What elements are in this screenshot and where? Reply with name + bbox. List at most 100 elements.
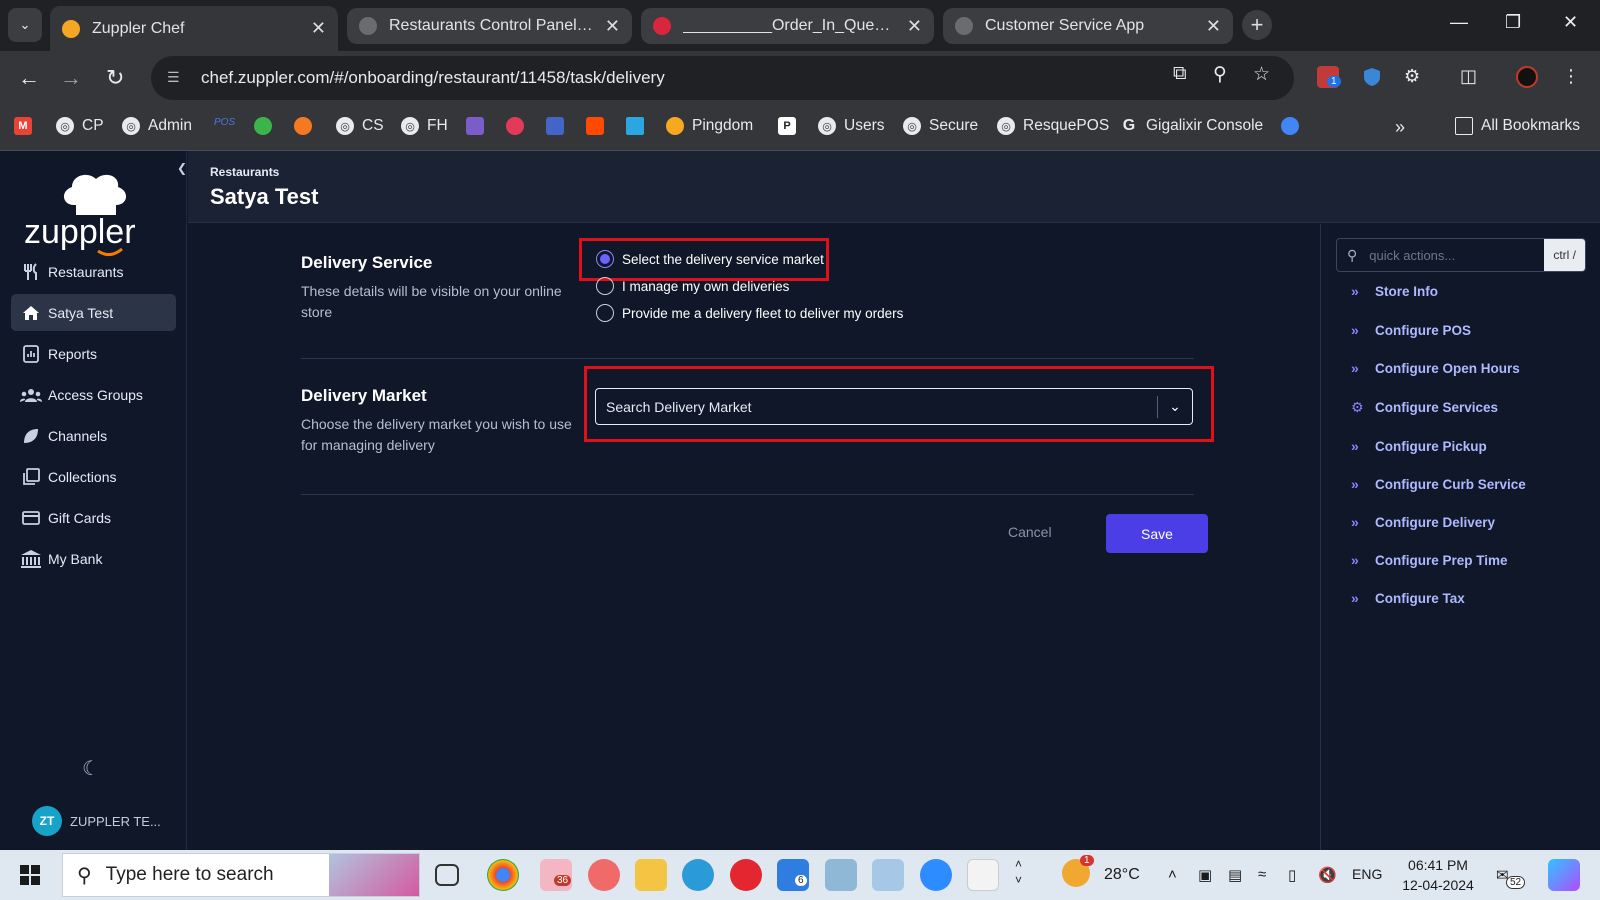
close-icon[interactable]: ✕ (1206, 16, 1221, 37)
bookmark-assistant[interactable] (1281, 117, 1307, 135)
cancel-button[interactable]: Cancel (1008, 524, 1052, 540)
profile-avatar[interactable] (1516, 66, 1538, 88)
breadcrumb[interactable]: Restaurants (210, 165, 279, 179)
bookmark-secure[interactable]: ◎ Secure (903, 117, 978, 135)
bookmark-cp[interactable]: ◎ CP (56, 117, 104, 135)
all-bookmarks-button[interactable]: All Bookmarks (1455, 117, 1580, 135)
address-bar[interactable]: ☰ chef.zuppler.com/#/onboarding/restaura… (151, 56, 1294, 100)
bookmark-heroku[interactable] (466, 117, 492, 135)
tab-restaurants-control-panel[interactable]: Restaurants Control Panel βeta ✕ (347, 8, 632, 44)
back-arrow-icon[interactable]: ← (18, 65, 40, 91)
todo-icon[interactable]: 6 (777, 859, 809, 891)
asana-icon[interactable] (588, 859, 620, 891)
radio-button[interactable] (596, 277, 614, 295)
sidebar-item-gift-cards[interactable]: Gift Cards (11, 499, 176, 536)
copilot-icon[interactable] (1548, 859, 1580, 891)
tab-search-button[interactable]: ⌄ (8, 8, 42, 42)
quick-link-configure-pos[interactable]: » Configure POS (1351, 322, 1471, 338)
file-explorer-icon[interactable] (635, 859, 667, 891)
zoom-icon[interactable]: ⚲ (1213, 63, 1227, 86)
bookmark-app2[interactable] (294, 117, 320, 135)
system-clock[interactable]: 06:41 PM 12-04-2024 (1398, 855, 1478, 895)
taskbar-search[interactable]: ⚲ Type here to search (62, 853, 420, 897)
sidebar-item-channels[interactable]: Channels (11, 417, 176, 454)
quick-link-store-info[interactable]: » Store Info (1351, 283, 1438, 299)
close-icon[interactable]: ✕ (605, 16, 620, 37)
close-icon[interactable]: ✕ (907, 16, 922, 37)
quick-link-configure-open-hours[interactable]: » Configure Open Hours (1351, 360, 1520, 376)
meet-icon[interactable]: ▣ (1198, 866, 1212, 884)
forward-arrow-icon[interactable]: → (60, 65, 82, 91)
quick-link-configure-tax[interactable]: » Configure Tax (1351, 590, 1465, 606)
radio-delivery-fleet[interactable]: Provide me a delivery fleet to deliver m… (596, 304, 903, 322)
quick-link-configure-prep-time[interactable]: » Configure Prep Time (1351, 552, 1508, 568)
bookmark-gigalixir[interactable]: G Gigalixir Console (1120, 117, 1263, 135)
dark-mode-toggle-icon[interactable]: ☾ (82, 756, 100, 781)
app-tray-icon[interactable]: ▤ (1228, 866, 1242, 884)
radio-delivery-service-market[interactable]: Select the delivery service market (596, 250, 824, 268)
chrome-icon[interactable] (487, 859, 519, 891)
sidebar-item-collections[interactable]: Collections (11, 458, 176, 495)
bookmark-star-icon[interactable]: ☆ (1253, 63, 1270, 86)
sidebar-item-reports[interactable]: Reports (11, 335, 176, 372)
notes-app-icon[interactable] (825, 859, 857, 891)
tab-order-in-queue[interactable]: __________Order_In_Queue!!__________ ✕ (641, 8, 934, 44)
notifications-icon[interactable]: ✉ 52 (1496, 866, 1526, 889)
paint-icon[interactable] (872, 859, 904, 891)
puzzle-icon[interactable]: ⚙ (1404, 66, 1426, 88)
quick-link-configure-delivery[interactable]: » Configure Delivery (1351, 514, 1495, 530)
bookmark-resquepos[interactable]: ◎ ResquePOS (997, 117, 1109, 135)
quick-actions-input[interactable]: quick actions... (1369, 248, 1544, 263)
bookmark-app1[interactable] (254, 117, 280, 135)
close-window-icon[interactable]: ✕ (1563, 12, 1578, 33)
delivery-market-select[interactable]: Search Delivery Market ⌄ (595, 388, 1193, 425)
bookmark-pos[interactable]: POS (214, 117, 235, 128)
sidebar-item-access-groups[interactable]: Access Groups (11, 376, 176, 413)
tab-zuppler-chef[interactable]: Zuppler Chef ✕ (50, 6, 338, 51)
bookmark-cs[interactable]: ◎ CS (336, 117, 384, 135)
menu-kebab-icon[interactable]: ⋮ (1562, 66, 1584, 88)
open-in-app-icon[interactable]: ⧉ (1173, 63, 1187, 85)
language-indicator[interactable]: ENG (1352, 866, 1382, 882)
blank-app-icon[interactable] (967, 859, 999, 891)
windows-start-icon[interactable] (20, 865, 40, 885)
taskbar-scroll-icon[interactable]: ˄ ˅ (1015, 856, 1022, 888)
weather-icon[interactable]: 1 (1062, 855, 1094, 887)
zoom-icon[interactable] (920, 859, 952, 891)
slack-icon[interactable]: 36 (540, 859, 572, 891)
wifi-icon[interactable]: ≈ (1258, 866, 1266, 883)
bookmark-app4[interactable] (546, 117, 572, 135)
volume-muted-icon[interactable]: 🔇 (1318, 866, 1337, 884)
more-bookmarks-icon[interactable]: » (1395, 117, 1405, 138)
radio-button[interactable] (596, 250, 614, 268)
reload-icon[interactable]: ↻ (106, 65, 124, 91)
sidebar-item-my-bank[interactable]: My Bank (11, 540, 176, 577)
battery-icon[interactable]: ▯ (1288, 866, 1296, 884)
quick-link-configure-services[interactable]: ⚙ Configure Services (1351, 399, 1498, 416)
collapse-sidebar-icon[interactable]: ❮ (177, 161, 187, 175)
bookmark-paypal[interactable]: P (778, 117, 804, 135)
bookmark-app5[interactable] (586, 117, 612, 135)
restore-icon[interactable]: ❐ (1505, 12, 1521, 33)
task-view-icon[interactable] (435, 864, 459, 886)
bookmark-fh[interactable]: ◎ FH (401, 117, 448, 135)
minimize-icon[interactable]: — (1450, 12, 1468, 33)
opera-icon[interactable] (730, 859, 762, 891)
radio-button[interactable] (596, 304, 614, 322)
save-button[interactable]: Save (1106, 514, 1208, 553)
bookmark-users[interactable]: ◎ Users (818, 117, 884, 135)
bookmark-gmail[interactable]: M (14, 117, 40, 135)
close-icon[interactable]: ✕ (311, 18, 326, 39)
bookmark-pingdom[interactable]: Pingdom (666, 117, 753, 135)
tab-customer-service-app[interactable]: Customer Service App ✕ (943, 8, 1233, 44)
radio-own-deliveries[interactable]: I manage my own deliveries (596, 277, 789, 295)
shield-icon[interactable] (1361, 66, 1383, 88)
show-hidden-icons-icon[interactable]: ˄ (1168, 866, 1177, 883)
bookmark-app3[interactable] (506, 117, 532, 135)
sidebar-item-satya-test[interactable]: Satya Test (11, 294, 176, 331)
extension-icon[interactable]: 1 (1317, 66, 1341, 88)
bookmark-admin[interactable]: ◎ Admin (122, 117, 192, 135)
quick-link-configure-curb-service[interactable]: » Configure Curb Service (1351, 476, 1526, 492)
user-profile[interactable]: ZT ZUPPLER TE... (32, 806, 161, 836)
site-info-icon[interactable]: ☰ (167, 69, 185, 87)
